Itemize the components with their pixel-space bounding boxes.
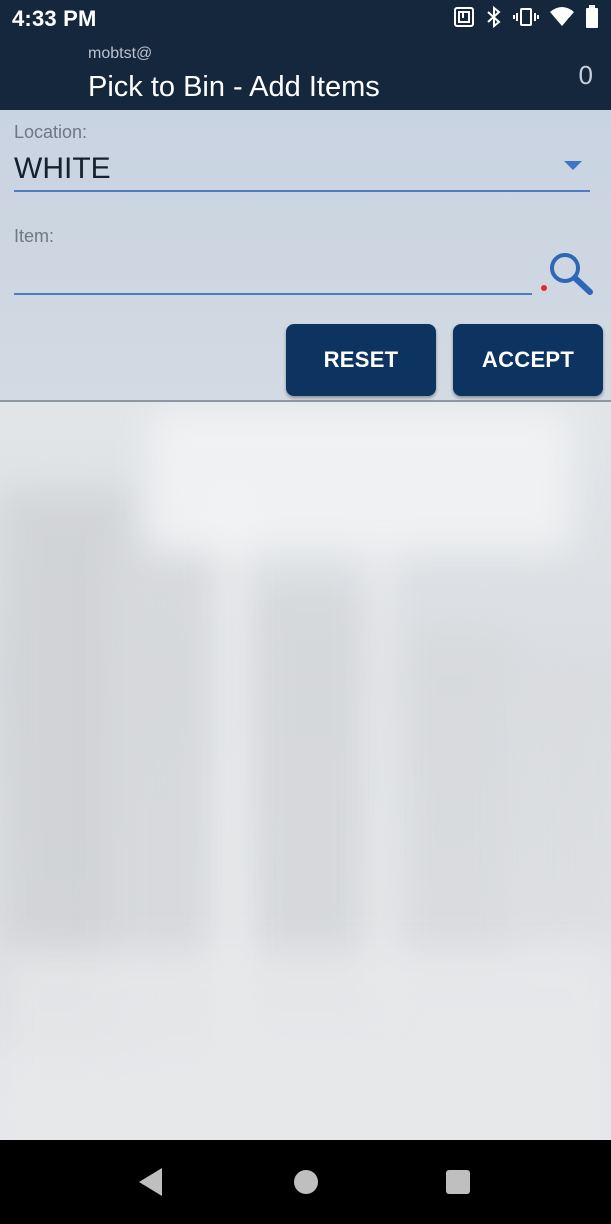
recents-icon[interactable] <box>444 1168 472 1196</box>
home-icon[interactable] <box>292 1168 320 1196</box>
accept-button[interactable]: ACCEPT <box>453 324 603 396</box>
reset-button[interactable]: RESET <box>286 324 436 396</box>
bluetooth-icon <box>487 5 501 29</box>
svg-text:4: 4 <box>566 17 571 26</box>
location-label: Location: <box>14 122 88 142</box>
search-icon <box>550 253 593 295</box>
status-time: 4:33 PM <box>12 6 97 31</box>
navigation-bar <box>0 1140 611 1224</box>
battery-icon <box>586 5 598 28</box>
page-title: Pick to Bin - Add Items <box>88 71 380 103</box>
location-underline <box>14 190 590 192</box>
item-count: 0 <box>578 60 593 90</box>
item-label: Item: <box>14 226 55 246</box>
item-input[interactable] <box>14 255 532 293</box>
location-select[interactable]: WHITE <box>14 152 111 186</box>
dropdown-arrow-icon[interactable] <box>564 161 582 170</box>
item-underline <box>14 293 532 295</box>
wifi-icon: 4 <box>550 7 574 26</box>
search-button[interactable] <box>546 250 596 296</box>
nfc-icon <box>454 7 474 27</box>
screen: 4:33 PM 4 mobtst@ Pick to Bin - Add Item… <box>0 0 611 1224</box>
back-icon[interactable] <box>136 1166 166 1198</box>
status-icons: 4 <box>453 5 599 29</box>
app-header: 4:33 PM 4 mobtst@ Pick to Bin - Add Item… <box>0 0 611 110</box>
vibrate-icon <box>513 8 539 26</box>
user-name: mobtst@ <box>88 45 153 62</box>
